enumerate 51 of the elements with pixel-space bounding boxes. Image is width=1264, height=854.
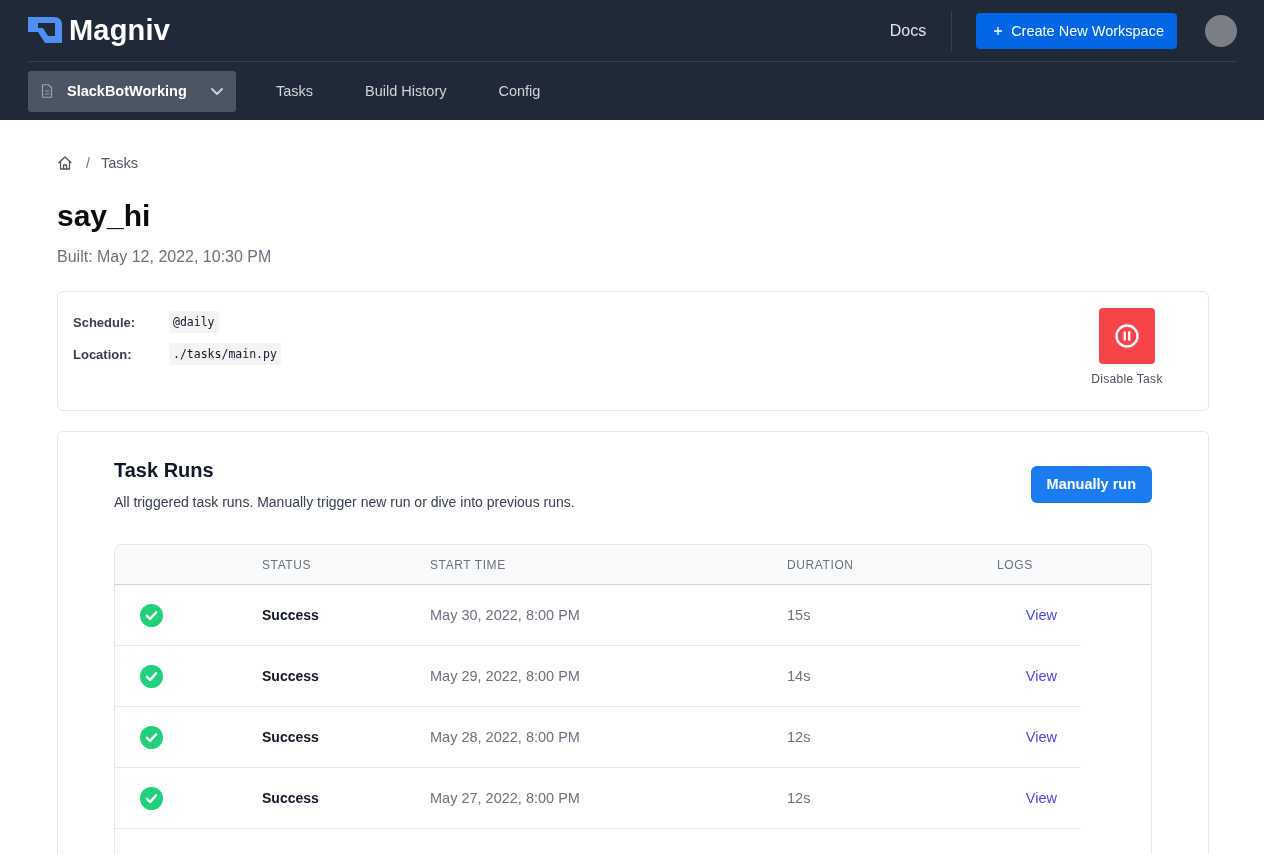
task-title: say_hi [57,198,152,234]
user-avatar[interactable] [1205,14,1237,47]
nav-tab[interactable]: Config [498,75,541,107]
workspace-dropdown[interactable]: SlackBotWorking [28,70,236,112]
detail-value: ./tasks/main.py [169,343,281,365]
disable-task-label: Disable Task [1091,372,1163,387]
check-circle-icon [140,664,163,688]
duration: 12s [787,790,811,806]
detail-label: Schedule: [73,314,137,330]
section-description: All triggered task runs. Manually trigger new run or dive into previous runs. [114,493,575,512]
pause-icon [1115,324,1139,348]
column-header: START TIME [430,557,507,572]
duration: 12s [787,729,811,745]
status-text: Success [262,668,319,684]
start-time: May 27, 2022, 8:00 PM [430,790,580,806]
section-title: Task Runs [114,458,215,483]
create-workspace-button[interactable]: Create New Workspace [976,12,1177,49]
disable-task-button[interactable] [1099,308,1155,364]
check-circle-icon [140,603,163,627]
document-icon [41,84,53,98]
nav-tab[interactable]: Tasks [276,75,314,107]
column-header: DURATION [787,557,855,572]
built-date: Built: May 12, 2022, 10:30 PM [57,247,273,267]
duration: 14s [787,668,811,684]
detail-label: Location: [73,346,133,362]
status-text: Success [262,790,319,806]
start-time: May 30, 2022, 8:00 PM [430,607,580,623]
breadcrumb-separator: / [86,155,90,171]
view-logs-link[interactable]: View [1025,607,1057,623]
plus-icon [994,26,1003,35]
view-logs-link[interactable]: View [1025,729,1057,745]
detail-value: @daily [169,311,219,333]
status-text: Success [262,607,319,623]
check-circle-icon [140,725,163,749]
manually-run-button[interactable]: Manually run [1030,465,1152,503]
view-logs-link[interactable]: View [1025,668,1057,684]
duration: 15s [787,607,811,623]
breadcrumb-link[interactable]: Tasks [100,155,138,171]
column-header: LOGS [997,557,1034,572]
start-time: May 28, 2022, 8:00 PM [430,729,580,745]
logo-icon [28,16,62,43]
column-header: STATUS [262,557,313,572]
brand-name: Magniv [69,12,171,47]
status-text: Success [262,729,319,745]
chevron-down-icon [211,87,223,95]
docs-link[interactable]: Docs [889,20,927,41]
view-logs-link[interactable]: View [1025,790,1057,806]
nav-tab[interactable]: Build History [365,75,447,107]
home-icon[interactable] [58,156,72,170]
check-circle-icon [140,786,163,810]
start-time: May 29, 2022, 8:00 PM [430,668,580,684]
